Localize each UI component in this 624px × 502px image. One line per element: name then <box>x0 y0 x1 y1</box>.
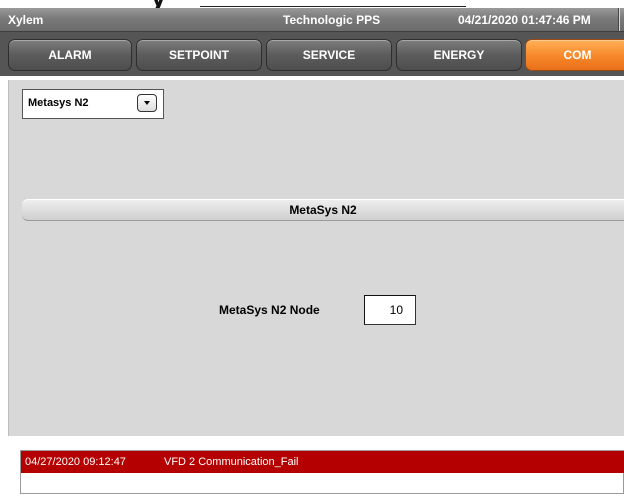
tab-label: SERVICE <box>302 48 356 62</box>
tab-label: SETPOINT <box>168 48 229 62</box>
title-bar: Xylem Technologic PPS 04/21/2020 01:47:4… <box>0 8 624 32</box>
clipped-heading-rule <box>200 6 466 7</box>
tab-energy[interactable]: ENERGY <box>396 39 522 71</box>
tab-label: ALARM <box>48 48 92 62</box>
tab-bar: ALARM SETPOINT SERVICE ENERGY COM <box>0 32 624 76</box>
alarm-timestamp: 04/27/2020 09:12:47 <box>25 456 126 468</box>
tab-com[interactable]: COM <box>525 39 624 71</box>
alarm-row[interactable]: 04/27/2020 09:12:47 VFD 2 Communication_… <box>21 451 624 473</box>
top-strip: y <box>0 0 624 8</box>
node-field-label: MetaSys N2 Node <box>219 303 320 317</box>
system-name: Technologic PPS <box>283 13 381 27</box>
date-time: 04/21/2020 01:47:46 PM <box>458 13 591 27</box>
tab-label: COM <box>563 48 592 62</box>
tab-service[interactable]: SERVICE <box>266 39 392 71</box>
app-name: Xylem <box>8 13 44 27</box>
dropdown-arrow-icon[interactable] <box>137 94 157 112</box>
protocol-select-value: Metasys N2 <box>28 97 89 109</box>
protocol-select[interactable]: Metasys N2 <box>22 89 164 119</box>
tab-label: ENERGY <box>433 48 485 62</box>
tab-alarm[interactable]: ALARM <box>8 39 132 71</box>
alarm-message: VFD 2 Communication_Fail <box>164 456 299 468</box>
title-bar-divider <box>618 8 620 31</box>
com-settings-panel <box>8 80 624 436</box>
section-header: MetaSys N2 <box>22 199 624 221</box>
tab-setpoint[interactable]: SETPOINT <box>136 39 262 71</box>
alarm-log: 04/27/2020 09:12:47 VFD 2 Communication_… <box>20 450 624 494</box>
node-address-input[interactable]: 10 <box>364 295 416 325</box>
clipped-heading-glyph: y <box>150 0 167 8</box>
section-title: MetaSys N2 <box>289 203 357 217</box>
